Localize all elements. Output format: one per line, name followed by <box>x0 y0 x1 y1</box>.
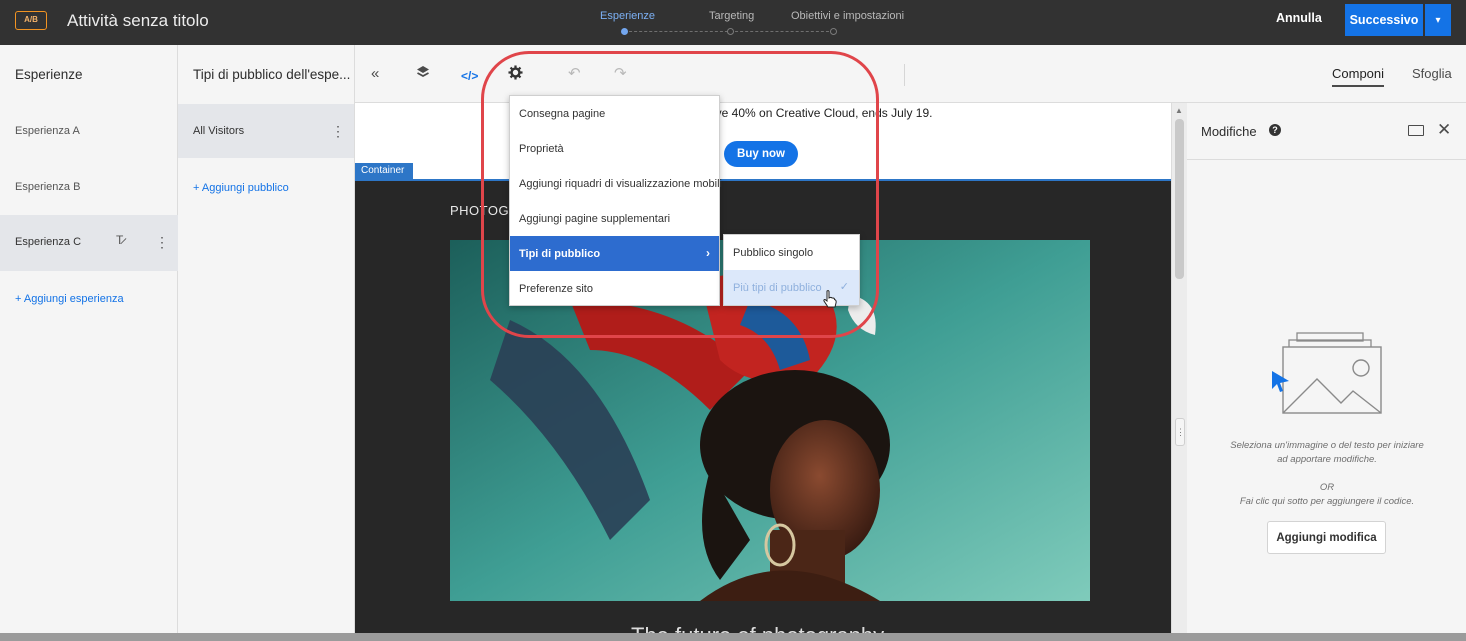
audiences-header: Tipi di pubblico dell'espe... <box>193 67 351 82</box>
close-icon[interactable]: ✕ <box>1437 120 1451 140</box>
chevron-down-icon: ▾ <box>1435 14 1441 26</box>
rename-icon[interactable]: T̷ <box>116 233 123 247</box>
scroll-up-icon[interactable]: ▲ <box>1175 106 1183 115</box>
experience-label: Esperienza C <box>15 236 82 248</box>
modifications-panel: Modifiche ? ✕ Seleziona un'immagine o de… <box>1187 103 1466 641</box>
step-obiettivi[interactable]: Obiettivi e impostazioni <box>791 10 904 22</box>
canvas-scrollbar[interactable]: ▲ ⋮ <box>1171 103 1187 641</box>
container-tag: Container <box>355 163 413 179</box>
experience-label: Esperienza A <box>15 125 80 137</box>
experience-item-a[interactable]: Esperienza A <box>0 104 178 160</box>
step-dot-esperienze[interactable] <box>621 28 628 35</box>
next-dropdown-button[interactable]: ▾ <box>1425 4 1451 36</box>
audience-label: All Visitors <box>193 125 245 137</box>
modifications-title: Modifiche <box>1201 124 1257 139</box>
experiences-header: Esperienze <box>15 67 83 82</box>
step-esperienze[interactable]: Esperienze <box>600 10 655 22</box>
add-experience-label: Aggiungi esperienza <box>23 293 124 305</box>
top-bar: A/B Attività senza titolo Esperienze Tar… <box>0 0 1466 45</box>
tab-sfoglia[interactable]: Sfoglia <box>1412 66 1452 81</box>
empty-state-hint: Fai clic qui sotto per aggiungere il cod… <box>1239 496 1415 507</box>
toolbar-separator <box>904 64 905 86</box>
code-icon[interactable]: </> <box>461 67 478 85</box>
window-bottom-edge <box>0 633 1466 641</box>
audience-item-all-visitors[interactable]: All Visitors ⋮ <box>178 104 354 158</box>
help-icon[interactable]: ? <box>1269 124 1281 136</box>
add-audience-label: Aggiungi pubblico <box>201 182 289 194</box>
tab-componi[interactable]: Componi <box>1332 66 1385 87</box>
callout-highlight-ring <box>481 51 879 338</box>
plus-icon: + <box>15 293 24 305</box>
experience-item-c[interactable]: Esperienza C T̷ ⋮ <box>0 215 178 271</box>
empty-state-message: Seleziona un'immagine o del testo per in… <box>1230 440 1424 465</box>
add-modification-button[interactable]: Aggiungi modifica <box>1267 521 1386 554</box>
activity-title[interactable]: Attività senza titolo <box>67 11 209 31</box>
empty-state-or: OR <box>1319 482 1335 493</box>
collapse-panels-icon[interactable]: « <box>371 65 379 83</box>
experience-item-b[interactable]: Esperienza B <box>0 160 178 216</box>
more-options-icon[interactable]: ⋮ <box>331 124 345 138</box>
experiences-panel: Esperienze Esperienza A Esperienza B Esp… <box>0 45 178 641</box>
add-experience-link[interactable]: + Aggiungi esperienza <box>15 293 124 305</box>
more-options-icon[interactable]: ⋮ <box>155 235 169 249</box>
audiences-panel: Tipi di pubblico dell'espe... All Visito… <box>178 45 355 641</box>
image-placeholder-icon <box>1269 331 1384 421</box>
step-targeting[interactable]: Targeting <box>709 10 754 22</box>
scrollbar-thumb[interactable] <box>1175 119 1184 279</box>
cancel-button[interactable]: Annulla <box>1276 11 1322 25</box>
panel-divider <box>1187 159 1466 160</box>
add-audience-link[interactable]: + Aggiungi pubblico <box>193 182 289 194</box>
step-dot-obiettivi[interactable] <box>830 28 837 35</box>
next-button[interactable]: Successivo <box>1345 4 1423 36</box>
plus-icon: + <box>193 182 202 194</box>
monitor-icon[interactable] <box>1408 125 1424 136</box>
panel-resize-handle[interactable]: ⋮ <box>1175 418 1185 446</box>
layers-icon[interactable] <box>416 65 430 85</box>
ab-test-badge: A/B <box>15 11 47 30</box>
experience-label: Esperienza B <box>15 181 81 193</box>
step-dot-targeting[interactable] <box>727 28 734 35</box>
